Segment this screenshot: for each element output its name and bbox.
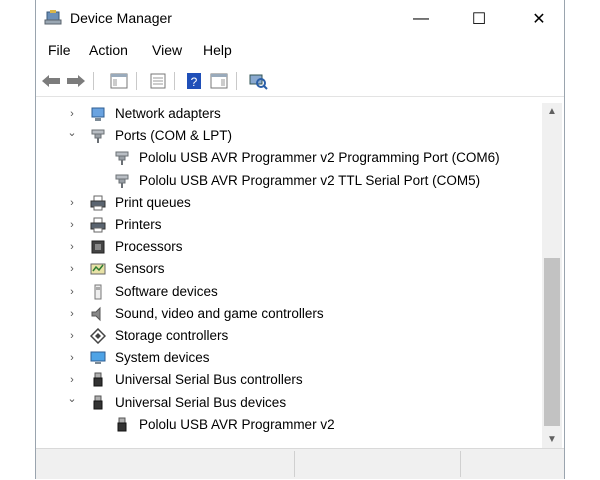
- toolbar-separator: [136, 72, 137, 90]
- toolbar-separator: [93, 72, 94, 90]
- tree-row-label: Storage controllers: [115, 328, 229, 343]
- tree-row-label: Pololu USB AVR Programmer v2 Programming…: [139, 150, 500, 166]
- tree-row[interactable]: › Print queues: [36, 192, 542, 214]
- menu-action[interactable]: Action: [89, 42, 128, 58]
- tree-row-label: Printers: [115, 217, 162, 232]
- tree-row[interactable]: ⌄ Ports (COM & LPT): [36, 125, 542, 147]
- menu-file[interactable]: File: [48, 42, 71, 58]
- chevron-right-icon[interactable]: ›: [66, 351, 78, 365]
- usb-icon: [93, 372, 103, 387]
- chevron-down-icon[interactable]: ⌄: [66, 392, 78, 406]
- status-bar-separator: [294, 451, 295, 477]
- chevron-right-icon[interactable]: ›: [66, 285, 78, 299]
- scroll-down-button[interactable]: ▼: [542, 431, 562, 448]
- tree-row-label: Universal Serial Bus controllers: [115, 372, 303, 388]
- scan-hardware-icon: [249, 74, 268, 90]
- tree-row[interactable]: › Storage controllers: [36, 325, 542, 347]
- tree-row-label: Ports (COM & LPT): [115, 128, 233, 144]
- vertical-scrollbar[interactable]: ▲ ▼: [542, 103, 562, 448]
- tree-row[interactable]: Pololu USB AVR Programmer v2 Programming…: [36, 147, 542, 169]
- device-manager-window: Device Manager — ☐ ✕ File Action View He…: [35, 0, 565, 479]
- chevron-right-icon[interactable]: ›: [66, 307, 78, 321]
- close-button[interactable]: ✕: [516, 0, 562, 38]
- tree-row-label: Universal Serial Bus devices: [115, 394, 287, 410]
- sensor-icon: [90, 263, 106, 275]
- chevron-down-icon[interactable]: ⌄: [66, 125, 78, 139]
- processor-icon: [91, 240, 105, 254]
- port-icon: [115, 151, 129, 166]
- device-manager-icon: [44, 10, 62, 25]
- tree-row-label: Software devices: [115, 283, 218, 299]
- printer-icon: [90, 217, 106, 233]
- software-device-icon: [94, 284, 102, 300]
- tree-row[interactable]: › Sensors: [36, 258, 542, 280]
- menu-help[interactable]: Help: [203, 42, 232, 58]
- scrollbar-thumb[interactable]: [544, 258, 560, 426]
- tree-row[interactable]: › Network adapters: [36, 103, 542, 125]
- tree-row[interactable]: › System devices: [36, 347, 542, 369]
- tree-row[interactable]: › Sound, video and game controllers: [36, 303, 542, 325]
- tree-row-label: Pololu USB AVR Programmer v2: [139, 416, 335, 432]
- tree-row[interactable]: Pololu USB AVR Programmer v2 TTL Serial …: [36, 170, 542, 192]
- minimize-button[interactable]: —: [398, 0, 444, 38]
- properties-button[interactable]: [147, 70, 169, 92]
- toolbar: ?: [36, 66, 564, 97]
- tree-row[interactable]: Pololu USB AVR Programmer v2: [36, 414, 542, 436]
- show-hide-action-pane-button[interactable]: [208, 70, 230, 92]
- scan-for-hardware-changes-button[interactable]: [247, 70, 269, 92]
- tree-row-label: Pololu USB AVR Programmer v2 TTL Serial …: [139, 172, 481, 188]
- console-tree-icon: [110, 73, 128, 89]
- chevron-right-icon[interactable]: ›: [66, 373, 78, 387]
- menu-view[interactable]: View: [152, 42, 182, 58]
- show-hide-console-tree-button[interactable]: [108, 70, 130, 92]
- chevron-right-icon[interactable]: ›: [66, 218, 78, 232]
- svg-text:?: ?: [191, 75, 198, 89]
- printer-icon: [90, 195, 106, 211]
- forward-button[interactable]: [65, 70, 87, 92]
- chevron-right-icon[interactable]: ›: [66, 196, 78, 210]
- usb-icon: [117, 417, 127, 432]
- usb-icon: [93, 395, 103, 410]
- tree-row[interactable]: › Printers: [36, 214, 542, 236]
- scroll-up-button[interactable]: ▲: [542, 103, 562, 120]
- chevron-right-icon[interactable]: ›: [66, 329, 78, 343]
- tree-row-label: Print queues: [115, 194, 191, 210]
- speaker-icon: [91, 306, 101, 322]
- device-tree[interactable]: › Network adapters ⌄ Ports (COM & LPT) Polol…: [36, 103, 542, 448]
- chevron-right-icon[interactable]: ›: [66, 107, 78, 121]
- toolbar-separator: [174, 72, 175, 90]
- tree-row-label: Sound, video and game controllers: [115, 305, 324, 321]
- tree-row-label: Network adapters: [115, 106, 221, 121]
- title-bar[interactable]: Device Manager — ☐ ✕: [36, 0, 564, 38]
- help-button[interactable]: ?: [183, 70, 205, 92]
- help-icon: ?: [187, 73, 201, 89]
- tree-row[interactable]: ⌄ Universal Serial Bus devices: [36, 392, 542, 414]
- port-icon: [91, 129, 105, 144]
- properties-icon: [150, 73, 166, 89]
- back-arrow-icon: [42, 75, 60, 87]
- forward-arrow-icon: [67, 75, 85, 87]
- menu-bar: File Action View Help: [36, 38, 564, 64]
- toolbar-separator: [236, 72, 237, 90]
- chevron-right-icon[interactable]: ›: [66, 240, 78, 254]
- maximize-button[interactable]: ☐: [456, 0, 502, 38]
- tree-row[interactable]: › Universal Serial Bus controllers: [36, 369, 542, 391]
- action-pane-icon: [210, 73, 228, 89]
- tree-row-label: Sensors: [115, 261, 165, 277]
- back-button[interactable]: [40, 70, 62, 92]
- window-title: Device Manager: [70, 10, 172, 26]
- status-bar-separator: [460, 451, 461, 477]
- status-bar: [36, 448, 564, 479]
- port-icon: [115, 174, 129, 188]
- storage-controller-icon: [90, 328, 106, 344]
- monitor-icon: [90, 351, 106, 365]
- tree-row[interactable]: › Software devices: [36, 281, 542, 303]
- tree-row[interactable]: › Processors: [36, 236, 542, 258]
- tree-row-label: System devices: [115, 350, 210, 366]
- network-adapter-icon: [91, 107, 105, 121]
- tree-row-label: Processors: [115, 239, 183, 255]
- chevron-right-icon[interactable]: ›: [66, 262, 78, 276]
